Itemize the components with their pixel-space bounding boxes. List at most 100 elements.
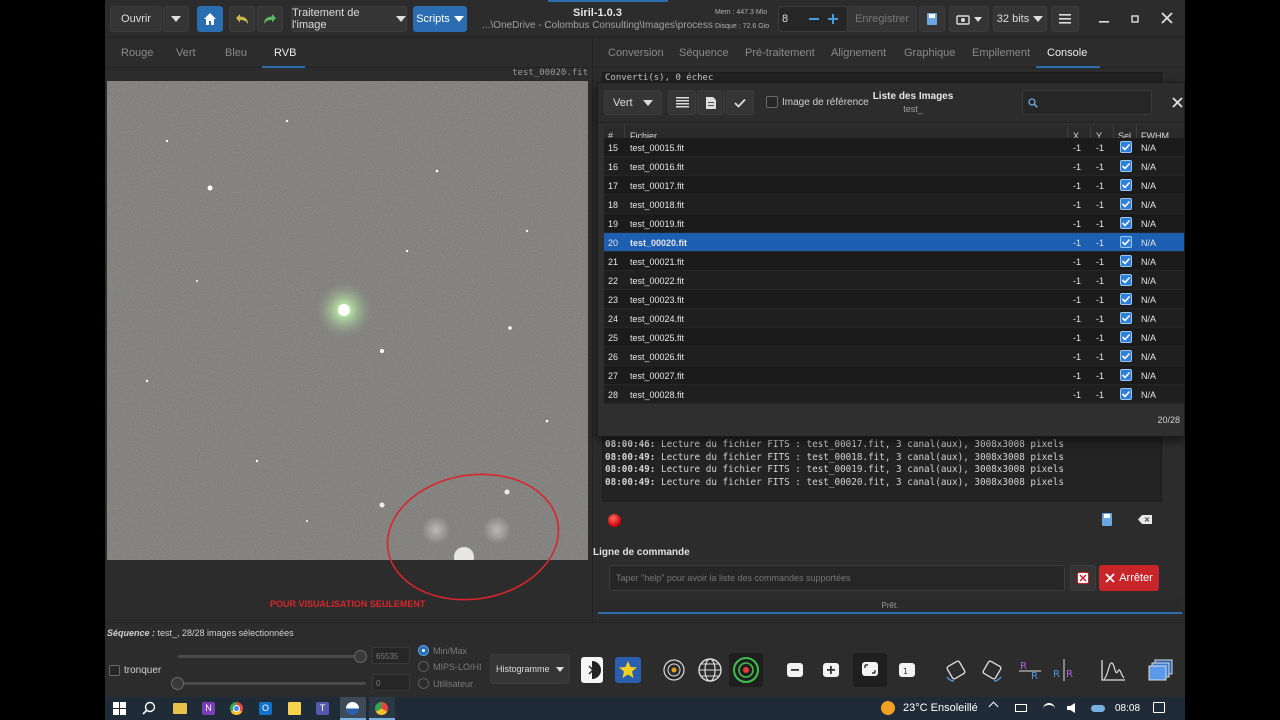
mirror-y-button[interactable]: RR — [1051, 657, 1077, 683]
sticky-notes-icon[interactable] — [288, 702, 301, 715]
close-icon[interactable] — [1161, 12, 1173, 24]
table-row[interactable]: 20 test_00020.fit -1 -1 N/A — [604, 233, 1184, 252]
stop-button[interactable]: Arrêter — [1099, 565, 1159, 591]
tab-alignment[interactable]: Alignement — [831, 47, 886, 59]
display-mode-select[interactable]: Histogramme — [490, 654, 570, 684]
tray-chevron-icon[interactable] — [988, 701, 999, 712]
sel-checkbox[interactable] — [1120, 274, 1132, 286]
main-menu-button[interactable] — [1051, 6, 1079, 32]
invert-button[interactable] — [581, 657, 603, 683]
max-slider-track[interactable] — [178, 655, 366, 658]
clear-command-button[interactable] — [1070, 565, 1096, 591]
table-row[interactable]: 24 test_00024.fit -1 -1 N/A — [604, 309, 1184, 328]
wcs-grid-button[interactable] — [697, 657, 723, 683]
header-button[interactable] — [697, 90, 725, 115]
radio-user[interactable] — [418, 678, 429, 689]
windows-start-icon[interactable] — [113, 702, 126, 715]
tab-red[interactable]: Rouge — [121, 47, 153, 59]
save-log-icon[interactable] — [1102, 513, 1112, 526]
photometry-button[interactable] — [661, 657, 687, 683]
sel-checkbox[interactable] — [1120, 331, 1132, 343]
sel-checkbox[interactable] — [1120, 312, 1132, 324]
tab-conversion[interactable]: Conversion — [608, 47, 664, 59]
tab-console[interactable]: Console — [1047, 47, 1087, 59]
sel-checkbox[interactable] — [1120, 160, 1132, 172]
sel-checkbox[interactable] — [1120, 255, 1132, 267]
false-color-button[interactable] — [615, 657, 641, 683]
search-icon[interactable] — [142, 701, 156, 715]
zoom-100-button[interactable]: 1 — [897, 661, 919, 679]
sel-checkbox[interactable] — [1120, 217, 1132, 229]
weather-icon[interactable] — [881, 701, 895, 715]
table-row[interactable]: 18 test_00018.fit -1 -1 N/A — [604, 195, 1184, 214]
open-button[interactable]: Ouvrir — [110, 6, 162, 32]
scripts-menu[interactable]: Scripts — [413, 6, 467, 32]
mirror-x-button[interactable]: RR — [1017, 657, 1043, 683]
tab-graph[interactable]: Graphique — [904, 47, 955, 59]
chrome-taskbar-icon[interactable] — [369, 697, 395, 720]
clear-log-icon[interactable] — [1138, 515, 1152, 524]
sel-checkbox[interactable] — [1120, 198, 1132, 210]
snapshot-button[interactable] — [949, 6, 989, 32]
image-processing-menu[interactable]: Traitement de l'image — [291, 6, 407, 32]
radio-mips[interactable] — [418, 661, 429, 672]
onenote-icon[interactable]: N — [202, 702, 215, 715]
table-row[interactable]: 26 test_00026.fit -1 -1 N/A — [604, 347, 1184, 366]
table-row[interactable]: 25 test_00025.fit -1 -1 N/A — [604, 328, 1184, 347]
max-value-field[interactable]: 65535 — [372, 647, 410, 664]
histogram-button[interactable] — [1099, 657, 1127, 683]
image-list-button[interactable] — [1147, 657, 1175, 683]
outlook-icon[interactable]: O — [259, 702, 272, 715]
table-row[interactable]: 16 test_00016.fit -1 -1 N/A — [604, 157, 1184, 176]
threads-spinbox[interactable]: 8 — [778, 6, 848, 32]
tab-stacking[interactable]: Empilement — [972, 47, 1030, 59]
table-row[interactable]: 17 test_00017.fit -1 -1 N/A — [604, 176, 1184, 195]
save-as-button[interactable] — [919, 6, 945, 32]
sel-checkbox[interactable] — [1120, 388, 1132, 400]
save-button[interactable]: Enregistrer — [847, 6, 917, 32]
zoom-in-button[interactable] — [821, 661, 843, 679]
sel-checkbox[interactable] — [1120, 293, 1132, 305]
table-row[interactable]: 15 test_00015.fit -1 -1 N/A — [604, 138, 1184, 157]
tab-preprocessing[interactable]: Pré-traitement — [745, 47, 815, 59]
table-row[interactable]: 28 test_00028.fit -1 -1 N/A — [604, 385, 1184, 404]
search-field[interactable] — [1022, 90, 1152, 115]
clock[interactable]: 08:08 — [1115, 703, 1140, 714]
record-icon[interactable] — [608, 514, 621, 527]
reference-checkbox[interactable] — [766, 96, 778, 108]
file-explorer-icon[interactable] — [173, 703, 187, 714]
rotate-left-button[interactable] — [943, 657, 969, 683]
annotations-button[interactable] — [729, 653, 763, 687]
zoom-fit-button[interactable] — [853, 653, 887, 687]
zoom-out-button[interactable] — [785, 661, 807, 679]
siril-taskbar-icon[interactable] — [340, 697, 366, 720]
sel-checkbox[interactable] — [1120, 350, 1132, 362]
min-value-field[interactable]: 0 — [372, 674, 410, 691]
tab-sequence[interactable]: Séquence — [679, 47, 729, 59]
teams-icon[interactable]: T — [316, 702, 329, 715]
weather-text[interactable]: 23°C Ensoleillé — [903, 702, 978, 714]
minimize-icon[interactable] — [1099, 14, 1109, 24]
chrome-icon[interactable] — [230, 702, 243, 715]
rotate-right-button[interactable] — [979, 657, 1005, 683]
table-row[interactable]: 22 test_00022.fit -1 -1 N/A — [604, 271, 1184, 290]
open-recent-button[interactable] — [163, 6, 189, 32]
notification-icon[interactable] — [1153, 702, 1165, 713]
truncate-checkbox[interactable] — [109, 665, 120, 676]
select-all-button[interactable] — [726, 90, 754, 115]
sel-checkbox[interactable] — [1120, 236, 1132, 248]
tab-blue[interactable]: Bleu — [225, 47, 247, 59]
maximize-icon[interactable] — [1130, 14, 1140, 24]
sel-checkbox[interactable] — [1120, 369, 1132, 381]
undo-button[interactable] — [229, 6, 255, 32]
tab-rgb[interactable]: RVB — [274, 47, 296, 59]
table-row[interactable]: 21 test_00021.fit -1 -1 N/A — [604, 252, 1184, 271]
max-slider-handle[interactable] — [354, 650, 367, 663]
bit-depth-button[interactable]: 32 bits — [993, 6, 1047, 32]
close-icon[interactable] — [1172, 97, 1183, 108]
min-slider-handle[interactable] — [171, 677, 184, 690]
sel-checkbox[interactable] — [1120, 141, 1132, 153]
table-row[interactable]: 23 test_00023.fit -1 -1 N/A — [604, 290, 1184, 309]
tab-green[interactable]: Vert — [176, 47, 196, 59]
min-slider-track[interactable] — [178, 682, 366, 685]
